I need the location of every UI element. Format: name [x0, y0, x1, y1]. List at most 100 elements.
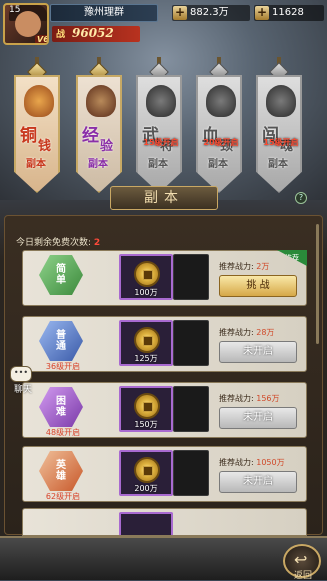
copper-coin-icon: [134, 327, 160, 353]
tier-char-1: 普: [56, 330, 66, 341]
player-name: 豫州理群: [50, 4, 158, 22]
unlock-level: 36级开启: [45, 362, 81, 371]
card-subtitle: 副本: [88, 159, 108, 170]
free-attempts-label: 今日剩余免费次数:: [16, 238, 92, 248]
back-arrow-icon: ↩: [294, 550, 308, 569]
card-subtitle: 副本: [208, 159, 228, 170]
recommended-power: 推荐战力: 1050万: [219, 457, 285, 468]
card-general-dungeon[interactable]: 武 将 副本 15级开启: [136, 57, 182, 207]
locked-button[interactable]: 未开启: [219, 341, 297, 363]
card-copper-dungeon[interactable]: 铜 钱 副本: [14, 57, 60, 207]
card-subtitle: 副本: [268, 159, 288, 170]
unlock-level: 62级开启: [45, 492, 81, 501]
tier-char-1: 简: [56, 264, 66, 275]
card-portrait: [86, 85, 116, 117]
difficulty-row: 英 雄 62级开启 200万 推荐战力: 1050万 未开启: [22, 446, 307, 502]
tier-char-1: 英: [56, 460, 66, 471]
difficulty-icon: 困 难: [39, 387, 83, 427]
reward-slot[interactable]: 100万: [119, 254, 173, 300]
rec-value: 156万: [256, 394, 280, 403]
coins-value: 882.3万: [190, 7, 229, 18]
card-title-2: 钱: [38, 139, 52, 154]
player-avatar[interactable]: 15 V6: [3, 3, 49, 45]
card-portrait: [206, 85, 236, 117]
free-attempts: 今日剩余免费次数: 2: [16, 235, 100, 248]
empty-slot: [173, 254, 209, 300]
recommended-power: 推荐战力: 2万: [219, 261, 269, 272]
card-exp-dungeon[interactable]: 经 验 副本: [76, 57, 122, 207]
rec-value: 1050万: [256, 458, 285, 467]
empty-slot: [173, 320, 209, 366]
reward-amount: 125万: [134, 354, 158, 363]
rec-value: 2万: [256, 262, 270, 271]
rec-label: 推荐战力:: [219, 394, 254, 403]
empty-slot: [173, 450, 209, 496]
tier-char-2: 通: [56, 341, 66, 352]
card-subtitle: 副本: [148, 159, 168, 170]
difficulty-row: 简 单 100万 推荐战力: 2万 挑 战 推荐: [22, 250, 307, 306]
rec-value: 28万: [256, 328, 275, 337]
tier-char-2: 单: [56, 275, 66, 286]
card-title-2: 验: [100, 139, 114, 154]
card-portrait: [146, 85, 176, 117]
recommended-power: 推荐战力: 156万: [219, 393, 280, 404]
bottom-bar: [0, 536, 327, 580]
gold-value: 11628: [272, 7, 304, 18]
top-bar: 15 V6 豫州理群 战 96052 + 882.3万 + 11628: [0, 0, 327, 46]
card-portrait: [266, 85, 296, 117]
scrollbar[interactable]: [316, 224, 319, 344]
reward-slot: [119, 512, 173, 535]
gold-resource: + 11628: [254, 5, 324, 21]
card-title-1: 经: [82, 126, 99, 146]
difficulty-row: 普 通 36级开启 125万 推荐战力: 28万 未开启: [22, 316, 307, 372]
power-value: 96052: [72, 26, 114, 40]
back-label: 返回: [293, 571, 312, 581]
unlock-level: 48级开启: [45, 428, 81, 437]
difficulty-icon: 英 雄: [39, 451, 83, 491]
difficulty-row-partial: [22, 508, 307, 536]
reward-amount: 100万: [134, 288, 158, 297]
reward-slot[interactable]: 125万: [119, 320, 173, 366]
reward-amount: 200万: [134, 484, 158, 493]
tier-char-2: 雄: [56, 471, 66, 482]
add-coins-button[interactable]: +: [173, 6, 187, 20]
card-lock-text: 15级开启: [143, 138, 179, 147]
difficulty-icon: 普 通: [39, 321, 83, 361]
card-lock-text: 20级开启: [203, 138, 239, 147]
help-icon[interactable]: ?: [295, 192, 307, 204]
rec-label: 推荐战力:: [219, 458, 254, 467]
reward-amount: 150万: [134, 420, 158, 429]
add-gold-button[interactable]: +: [255, 6, 269, 20]
free-attempts-count: 2: [93, 238, 101, 248]
chat-button[interactable]: ••• 聊天: [8, 366, 36, 395]
locked-button[interactable]: 未开启: [219, 471, 297, 493]
rec-label: 推荐战力:: [219, 328, 254, 337]
coins-resource: + 882.3万: [172, 5, 250, 21]
chat-icon: •••: [10, 366, 32, 382]
copper-coin-icon: [134, 457, 160, 483]
empty-slot: [173, 386, 209, 432]
player-level: 15: [9, 5, 21, 15]
locked-button[interactable]: 未开启: [219, 407, 297, 429]
card-title-1: 铜: [20, 126, 37, 146]
vip-badge: V6: [35, 35, 49, 44]
tier-char-1: 困: [56, 396, 66, 407]
chat-label: 聊天: [13, 385, 32, 395]
challenge-button[interactable]: 挑 战: [219, 275, 297, 297]
difficulty-icon: 简 单: [39, 255, 83, 295]
recommended-power: 推荐战力: 28万: [219, 327, 274, 338]
back-button[interactable]: ↩ 返回: [283, 544, 321, 581]
power-label: 战: [56, 30, 66, 40]
card-soul-dungeon[interactable]: 闯 魂 副本 15级开启: [256, 57, 302, 207]
combat-power: 战 96052: [52, 26, 140, 42]
section-title: 副本: [110, 186, 218, 210]
card-lock-text: 15级开启: [263, 138, 299, 147]
copper-coin-icon: [134, 261, 160, 287]
card-subtitle: 副本: [26, 159, 46, 170]
recommend-badge: 推荐: [277, 250, 307, 266]
rec-label: 推荐战力:: [219, 262, 254, 271]
card-blood-dungeon[interactable]: 血 颈 副本 20级开启: [196, 57, 242, 207]
reward-slot[interactable]: 200万: [119, 450, 173, 496]
difficulty-row: 困 难 48级开启 150万 推荐战力: 156万 未开启: [22, 382, 307, 438]
reward-slot[interactable]: 150万: [119, 386, 173, 432]
